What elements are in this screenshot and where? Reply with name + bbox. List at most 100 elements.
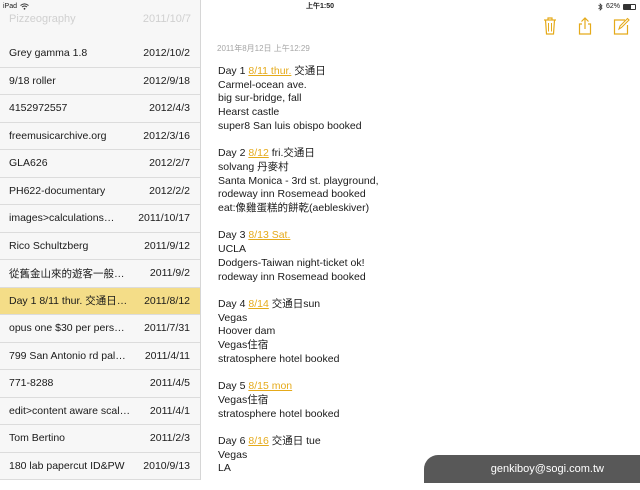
note-list-item[interactable]: images>calculations… 2011/10/17 [0, 205, 200, 233]
note-text: Day 6 [218, 434, 249, 447]
note-text: Day 3 [218, 229, 249, 242]
date-link[interactable]: 8/12 [248, 147, 268, 159]
note-list-item-title: Rico Schultzberg [9, 239, 89, 252]
note-text: Carmel-ocean ave. [218, 78, 307, 91]
note-text: Vegas住宿 [218, 393, 269, 406]
note-paragraph: Day 1 8/11 thur. 交通日 Carmel-ocean ave. big… [218, 65, 628, 134]
note-list-item[interactable]: freemusicarchive.org 2012/3/16 [0, 123, 200, 150]
note-list-item-title: Grey gamma 1.8 [9, 47, 88, 60]
note-line: Day 1 8/11 thur. 交通日 [218, 65, 628, 79]
note-paragraph: Day 3 8/13 Sat. UCLA Dodgers-Taiwan night-… [218, 229, 628, 284]
note-list-item-title: images>calculations… [9, 212, 115, 225]
date-link[interactable]: 8/14 [248, 298, 268, 310]
share-icon[interactable] [576, 16, 594, 36]
note-list: Grey gamma 1.8 2012/10/2 9/18 roller 2012/9… [0, 40, 200, 480]
note-list-item-date: 2011/7/31 [144, 322, 190, 335]
note-text: fri.交通日 [268, 147, 315, 160]
note-line: eat:像雞蛋糕的餅乾(aebleskiver) [218, 202, 628, 216]
note-text: solvang 丹麥村 [218, 160, 289, 173]
note-line: Day 6 8/16 交通日 tue [218, 435, 628, 449]
note-line: Day 5 8/15 mon [218, 380, 628, 394]
note-text: rodeway inn Rosemead booked [218, 270, 366, 283]
note-line: UCLA [218, 243, 628, 257]
date-link[interactable]: 8/16 [248, 435, 268, 447]
note-paragraph: Day 4 8/14 交通日sun Vegas Hoover dam Vegas住宿 s… [218, 298, 628, 367]
note-text: big sur-bridge, fall [218, 92, 302, 105]
note-list-item-selected[interactable]: Day 1 8/11 thur. 交通日… 2011/8/12 [0, 287, 200, 315]
note-list-item-title: Day 1 8/11 thur. 交通日… [9, 295, 128, 308]
note-text: Hearst castle [218, 106, 280, 119]
note-list-item[interactable]: Rico Schultzberg 2011/9/12 [0, 233, 200, 260]
trash-icon[interactable] [541, 16, 559, 36]
note-body[interactable]: Day 1 8/11 thur. 交通日 Carmel-ocean ave. big… [218, 65, 628, 490]
note-text: stratosphere hotel booked [218, 407, 340, 420]
status-bar: iPad 上午1:50 62% [0, 0, 640, 13]
note-list-item[interactable]: 771-8288 2011/4/5 [0, 370, 200, 398]
note-text: rodeway inn Rosemead booked [218, 188, 366, 201]
status-right: 62% [598, 0, 636, 13]
note-line: Day 4 8/14 交通日sun [218, 298, 628, 312]
note-list-item[interactable]: 從舊金山來的遊客一般會… 2011/9/2 [0, 260, 200, 288]
bluetooth-icon [598, 2, 603, 11]
ghost-date: 2011/10/7 [142, 13, 191, 25]
note-list-item[interactable]: PH622-documentary 2012/2/2 [0, 178, 200, 205]
note-text: Day 4 [218, 297, 249, 310]
note-list-item[interactable]: Grey gamma 1.8 2012/10/2 [0, 40, 200, 68]
status-time: 上午1:50 [305, 3, 334, 10]
note-line: Hearst castle [218, 106, 628, 120]
ghost-title: Pizzeography [9, 13, 76, 25]
note-list-item-date: 2012/3/16 [143, 129, 190, 142]
note-list-item[interactable]: GLA626 2012/2/7 [0, 150, 200, 178]
note-list-item-date: 2011/2/3 [149, 432, 190, 445]
note-list-item[interactable]: 799 San Antonio rd pal… 2011/4/11 [0, 343, 200, 370]
note-list-item-date: 2011/9/2 [149, 267, 190, 280]
note-text: Day 2 [218, 147, 249, 160]
note-list-item-title: PH622-documentary [9, 184, 106, 197]
note-text: super8 San luis obispo booked [218, 119, 362, 132]
note-text: Dodgers-Taiwan night-ticket ok! [218, 256, 365, 269]
note-list-item[interactable]: 4152972557 2012/4/3 [0, 95, 200, 123]
note-text: Day 5 [218, 380, 249, 393]
note-text: Vegas [218, 448, 248, 461]
note-text: stratosphere hotel booked [218, 352, 340, 365]
note-list-item-date: 2011/10/17 [138, 212, 190, 225]
note-text: 交通日 tue [268, 434, 321, 447]
date-link[interactable]: 8/15 mon [248, 380, 292, 392]
note-list-item[interactable]: 180 lab papercut ID&PW 2010/9/13 [0, 453, 200, 480]
note-line: stratosphere hotel booked [218, 353, 628, 367]
battery-icon [623, 3, 636, 10]
note-list-item[interactable]: Tom Bertino 2011/2/3 [0, 425, 200, 453]
date-link[interactable]: 8/13 Sat. [248, 229, 290, 241]
note-list-item-title: 9/18 roller [9, 74, 56, 87]
note-list-item-date: 2012/9/18 [143, 74, 190, 87]
note-line: Vegas住宿 [218, 339, 628, 353]
note-list-item[interactable]: edit>content aware scal… 2011/4/1 [0, 398, 200, 425]
note-list-item-date: 2012/4/3 [149, 102, 190, 115]
note-list-item-date: 2011/8/12 [144, 294, 190, 307]
note-paragraph: Day 5 8/15 mon Vegas住宿 stratosphere hotel … [218, 380, 628, 421]
list-header-ghost: Pizzeography 2011/10/7 [9, 13, 191, 25]
note-text: Santa Monica - 3rd st. playground, [218, 174, 379, 187]
note-list-item-title: 從舊金山來的遊客一般會… [9, 267, 131, 280]
note-line: Santa Monica - 3rd st. playground, [218, 175, 628, 189]
notes-sidebar: Pizzeography 2011/10/7 Grey gamma 1.8 201… [0, 0, 201, 480]
note-line: solvang 丹麥村 [218, 161, 628, 175]
note-list-item-date: 2012/10/2 [143, 47, 190, 60]
note-detail: 2011年8月12日 上午12:29 Day 1 8/11 thur. 交通日 C… [201, 0, 640, 480]
note-list-item-title: 4152972557 [9, 102, 68, 115]
note-list-item[interactable]: opus one $30 per pers… 2011/7/31 [0, 315, 200, 343]
note-list-item-date: 2010/9/13 [143, 459, 190, 472]
note-list-item-date: 2011/4/5 [149, 377, 190, 390]
note-line: Carmel-ocean ave. [218, 79, 628, 93]
note-line: Hoover dam [218, 325, 628, 339]
date-link[interactable]: 8/11 thur. [248, 65, 291, 77]
note-list-item-title: 799 San Antonio rd pal… [9, 349, 126, 362]
note-list-item-title: opus one $30 per pers… [9, 322, 125, 335]
note-line: Vegas [218, 312, 628, 326]
note-line: rodeway inn Rosemead booked [218, 271, 628, 285]
note-line: Dodgers-Taiwan night-ticket ok! [218, 257, 628, 271]
note-line: Day 3 8/13 Sat. [218, 229, 628, 243]
compose-icon[interactable] [612, 16, 630, 36]
note-timestamp: 2011年8月12日 上午12:29 [217, 44, 310, 53]
note-list-item[interactable]: 9/18 roller 2012/9/18 [0, 68, 200, 95]
